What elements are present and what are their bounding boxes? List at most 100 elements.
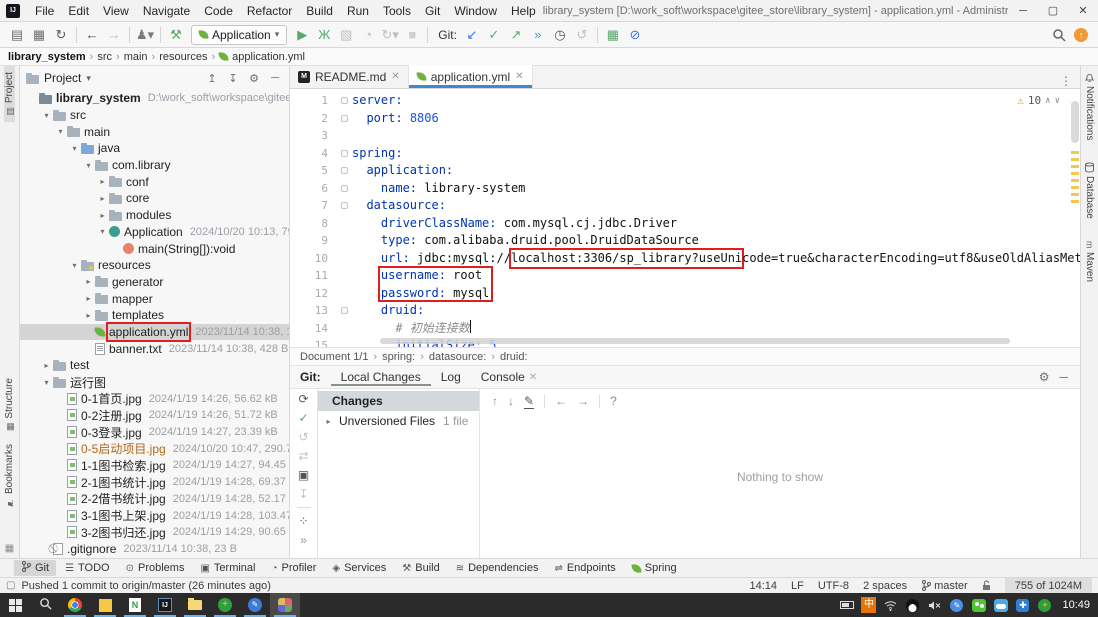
code-line[interactable]: 5 application:: [290, 162, 1080, 180]
commit-check-icon[interactable]: ✓: [298, 412, 308, 424]
menu-item-git[interactable]: Git: [418, 4, 447, 18]
start-button[interactable]: [0, 593, 30, 617]
preview-diff-icon[interactable]: ▣: [298, 469, 309, 481]
green-plus-tray-icon[interactable]: +: [1037, 598, 1052, 613]
next-warning-icon[interactable]: ∨: [1055, 96, 1060, 106]
menu-item-build[interactable]: Build: [299, 4, 340, 18]
intellij-idea-app[interactable]: IJ: [150, 593, 180, 617]
menu-item-window[interactable]: Window: [447, 4, 504, 18]
editor-tab-README-md[interactable]: MREADME.md✕: [290, 65, 409, 88]
code-line[interactable]: 3: [290, 127, 1080, 145]
doc-breadcrumb-item[interactable]: Document 1/1: [300, 351, 368, 363]
chevron-icon[interactable]: ▸: [82, 294, 95, 303]
rerun-icon[interactable]: ↻▾: [379, 23, 401, 47]
more-icon[interactable]: »: [300, 534, 307, 546]
save-icon[interactable]: ▦: [28, 23, 50, 47]
fold-marker[interactable]: [336, 145, 352, 163]
taskbar-search[interactable]: [30, 593, 60, 617]
chevron-icon[interactable]: ▾: [54, 127, 67, 136]
chevron-icon[interactable]: ▾: [40, 111, 53, 120]
history-icon[interactable]: ◷: [549, 23, 571, 47]
git-update-icon[interactable]: ↙: [461, 23, 483, 47]
tree-item-main[interactable]: ▾main: [20, 123, 289, 140]
tree-item-main-String-void[interactable]: main(String[]):void: [20, 240, 289, 257]
select-opened-file-icon[interactable]: ↥: [204, 72, 220, 85]
tree-item-core[interactable]: ▸core: [20, 190, 289, 207]
next-change-icon[interactable]: ↓: [508, 394, 514, 408]
qq-icon[interactable]: [905, 598, 920, 613]
code-line[interactable]: 1server:: [290, 92, 1080, 110]
menu-item-refactor[interactable]: Refactor: [240, 4, 299, 18]
code-editor[interactable]: 1server:2 port: 880634spring:5 applicati…: [290, 89, 1080, 347]
chevron-icon[interactable]: ▾: [68, 261, 81, 270]
git-tab-local-changes[interactable]: Local Changes: [331, 368, 431, 386]
prev-change-icon[interactable]: ↑: [492, 394, 498, 408]
git-tab-console[interactable]: Console✕: [471, 368, 547, 386]
inspection-widget[interactable]: ⚠ 10 ∧ ∨: [1013, 93, 1064, 108]
debug-icon[interactable]: Ж: [313, 23, 335, 47]
lock-icon[interactable]: [982, 580, 991, 591]
tool-window-button-problems[interactable]: ⊙Problems: [119, 561, 192, 575]
no-entry-icon[interactable]: ⊘: [624, 23, 646, 47]
chevron-icon[interactable]: ▸: [96, 194, 109, 203]
edit-icon[interactable]: ✎: [524, 394, 534, 409]
fold-marker[interactable]: [336, 110, 352, 128]
doc-breadcrumb-item[interactable]: datasource:: [429, 351, 486, 363]
menu-item-tools[interactable]: Tools: [376, 4, 418, 18]
git-tab-log[interactable]: Log: [431, 368, 471, 386]
code-line[interactable]: 11 username: root: [290, 267, 1080, 285]
taskbar-clock[interactable]: 10:49: [1062, 599, 1090, 611]
code-line[interactable]: 14 # 初始连接数: [290, 320, 1080, 338]
chevron-icon[interactable]: ▸: [96, 177, 109, 186]
tree-item-com-library[interactable]: ▾com.library: [20, 157, 289, 174]
code-line[interactable]: 13 druid:: [290, 302, 1080, 320]
tool-window-button-build[interactable]: ⚒Build: [395, 561, 446, 575]
tool-stripe-bookmarks[interactable]: ⚑Bookmarks: [4, 438, 15, 513]
tree-item-3-2-jpg[interactable]: 3-2图书归还.jpg2024/1/19 14:29, 90.65 kB: [20, 524, 289, 541]
chevron-down-icon[interactable]: ▾: [86, 73, 91, 84]
palette-app[interactable]: [270, 593, 300, 617]
rollback-icon[interactable]: ↺: [571, 23, 593, 47]
fold-marker[interactable]: [336, 92, 352, 110]
code-line[interactable]: 4spring:: [290, 145, 1080, 163]
rollback-icon[interactable]: ↺: [298, 431, 308, 443]
fold-marker[interactable]: [336, 197, 352, 215]
code-line[interactable]: 8 driverClassName: com.mysql.cj.jdbc.Dri…: [290, 215, 1080, 233]
back-icon[interactable]: ←: [555, 394, 567, 408]
breadcrumb-item-library_system[interactable]: library_system: [8, 51, 86, 63]
indent-selector[interactable]: 2 spaces: [863, 580, 907, 592]
chevron-icon[interactable]: ▸: [82, 277, 95, 286]
user-icon[interactable]: ♟▾: [134, 23, 156, 47]
unshelve-icon[interactable]: ↧: [298, 488, 308, 500]
menu-item-edit[interactable]: Edit: [61, 4, 96, 18]
tree-item-0-5-jpg[interactable]: 0-5启动项目.jpg2024/10/20 10:47, 290.7 kB A …: [20, 440, 289, 457]
horizontal-scrollbar[interactable]: [380, 338, 1010, 344]
prev-warning-icon[interactable]: ∧: [1045, 96, 1050, 106]
chevron-icon[interactable]: ▸: [96, 211, 109, 220]
chevron-icon[interactable]: ▾: [68, 144, 81, 153]
menu-item-help[interactable]: Help: [504, 4, 543, 18]
maximize-button[interactable]: ▢: [1038, 4, 1068, 17]
chevron-icon[interactable]: ▸: [82, 311, 95, 320]
tool-window-switcher-icon[interactable]: ▦: [5, 543, 14, 554]
encoding-selector[interactable]: UTF-8: [818, 580, 849, 592]
breadcrumb-item-src[interactable]: src: [97, 51, 112, 63]
code-line[interactable]: 7 datasource:: [290, 197, 1080, 215]
menu-item-file[interactable]: File: [28, 4, 61, 18]
green-plus-app[interactable]: +: [210, 593, 240, 617]
sticky-notes-app[interactable]: [90, 593, 120, 617]
volume-muted-icon[interactable]: [927, 598, 942, 613]
tree-item-3-1-jpg[interactable]: 3-1图书上架.jpg2024/1/19 14:28, 103.47 kB: [20, 507, 289, 524]
tool-stripe-database[interactable]: Database: [1084, 156, 1095, 225]
memory-indicator[interactable]: 755 of 1024M: [1005, 578, 1092, 594]
menu-item-view[interactable]: View: [96, 4, 136, 18]
code-line[interactable]: 2 port: 8806: [290, 110, 1080, 128]
ime-chinese-indicator[interactable]: 中: [861, 598, 876, 613]
code-line[interactable]: 10 url: jdbc:mysql://localhost:3306/sp_l…: [290, 250, 1080, 268]
file-explorer-app[interactable]: [180, 593, 210, 617]
tree-item-2-2-jpg[interactable]: 2-2借书统计.jpg2024/1/19 14:28, 52.17 kB: [20, 491, 289, 508]
tool-stripe-structure[interactable]: ▦Structure: [4, 372, 15, 438]
refresh-icon[interactable]: ⟳: [298, 393, 308, 405]
vertical-scrollbar[interactable]: [1070, 89, 1079, 347]
minimize-button[interactable]: ─: [1008, 5, 1038, 17]
